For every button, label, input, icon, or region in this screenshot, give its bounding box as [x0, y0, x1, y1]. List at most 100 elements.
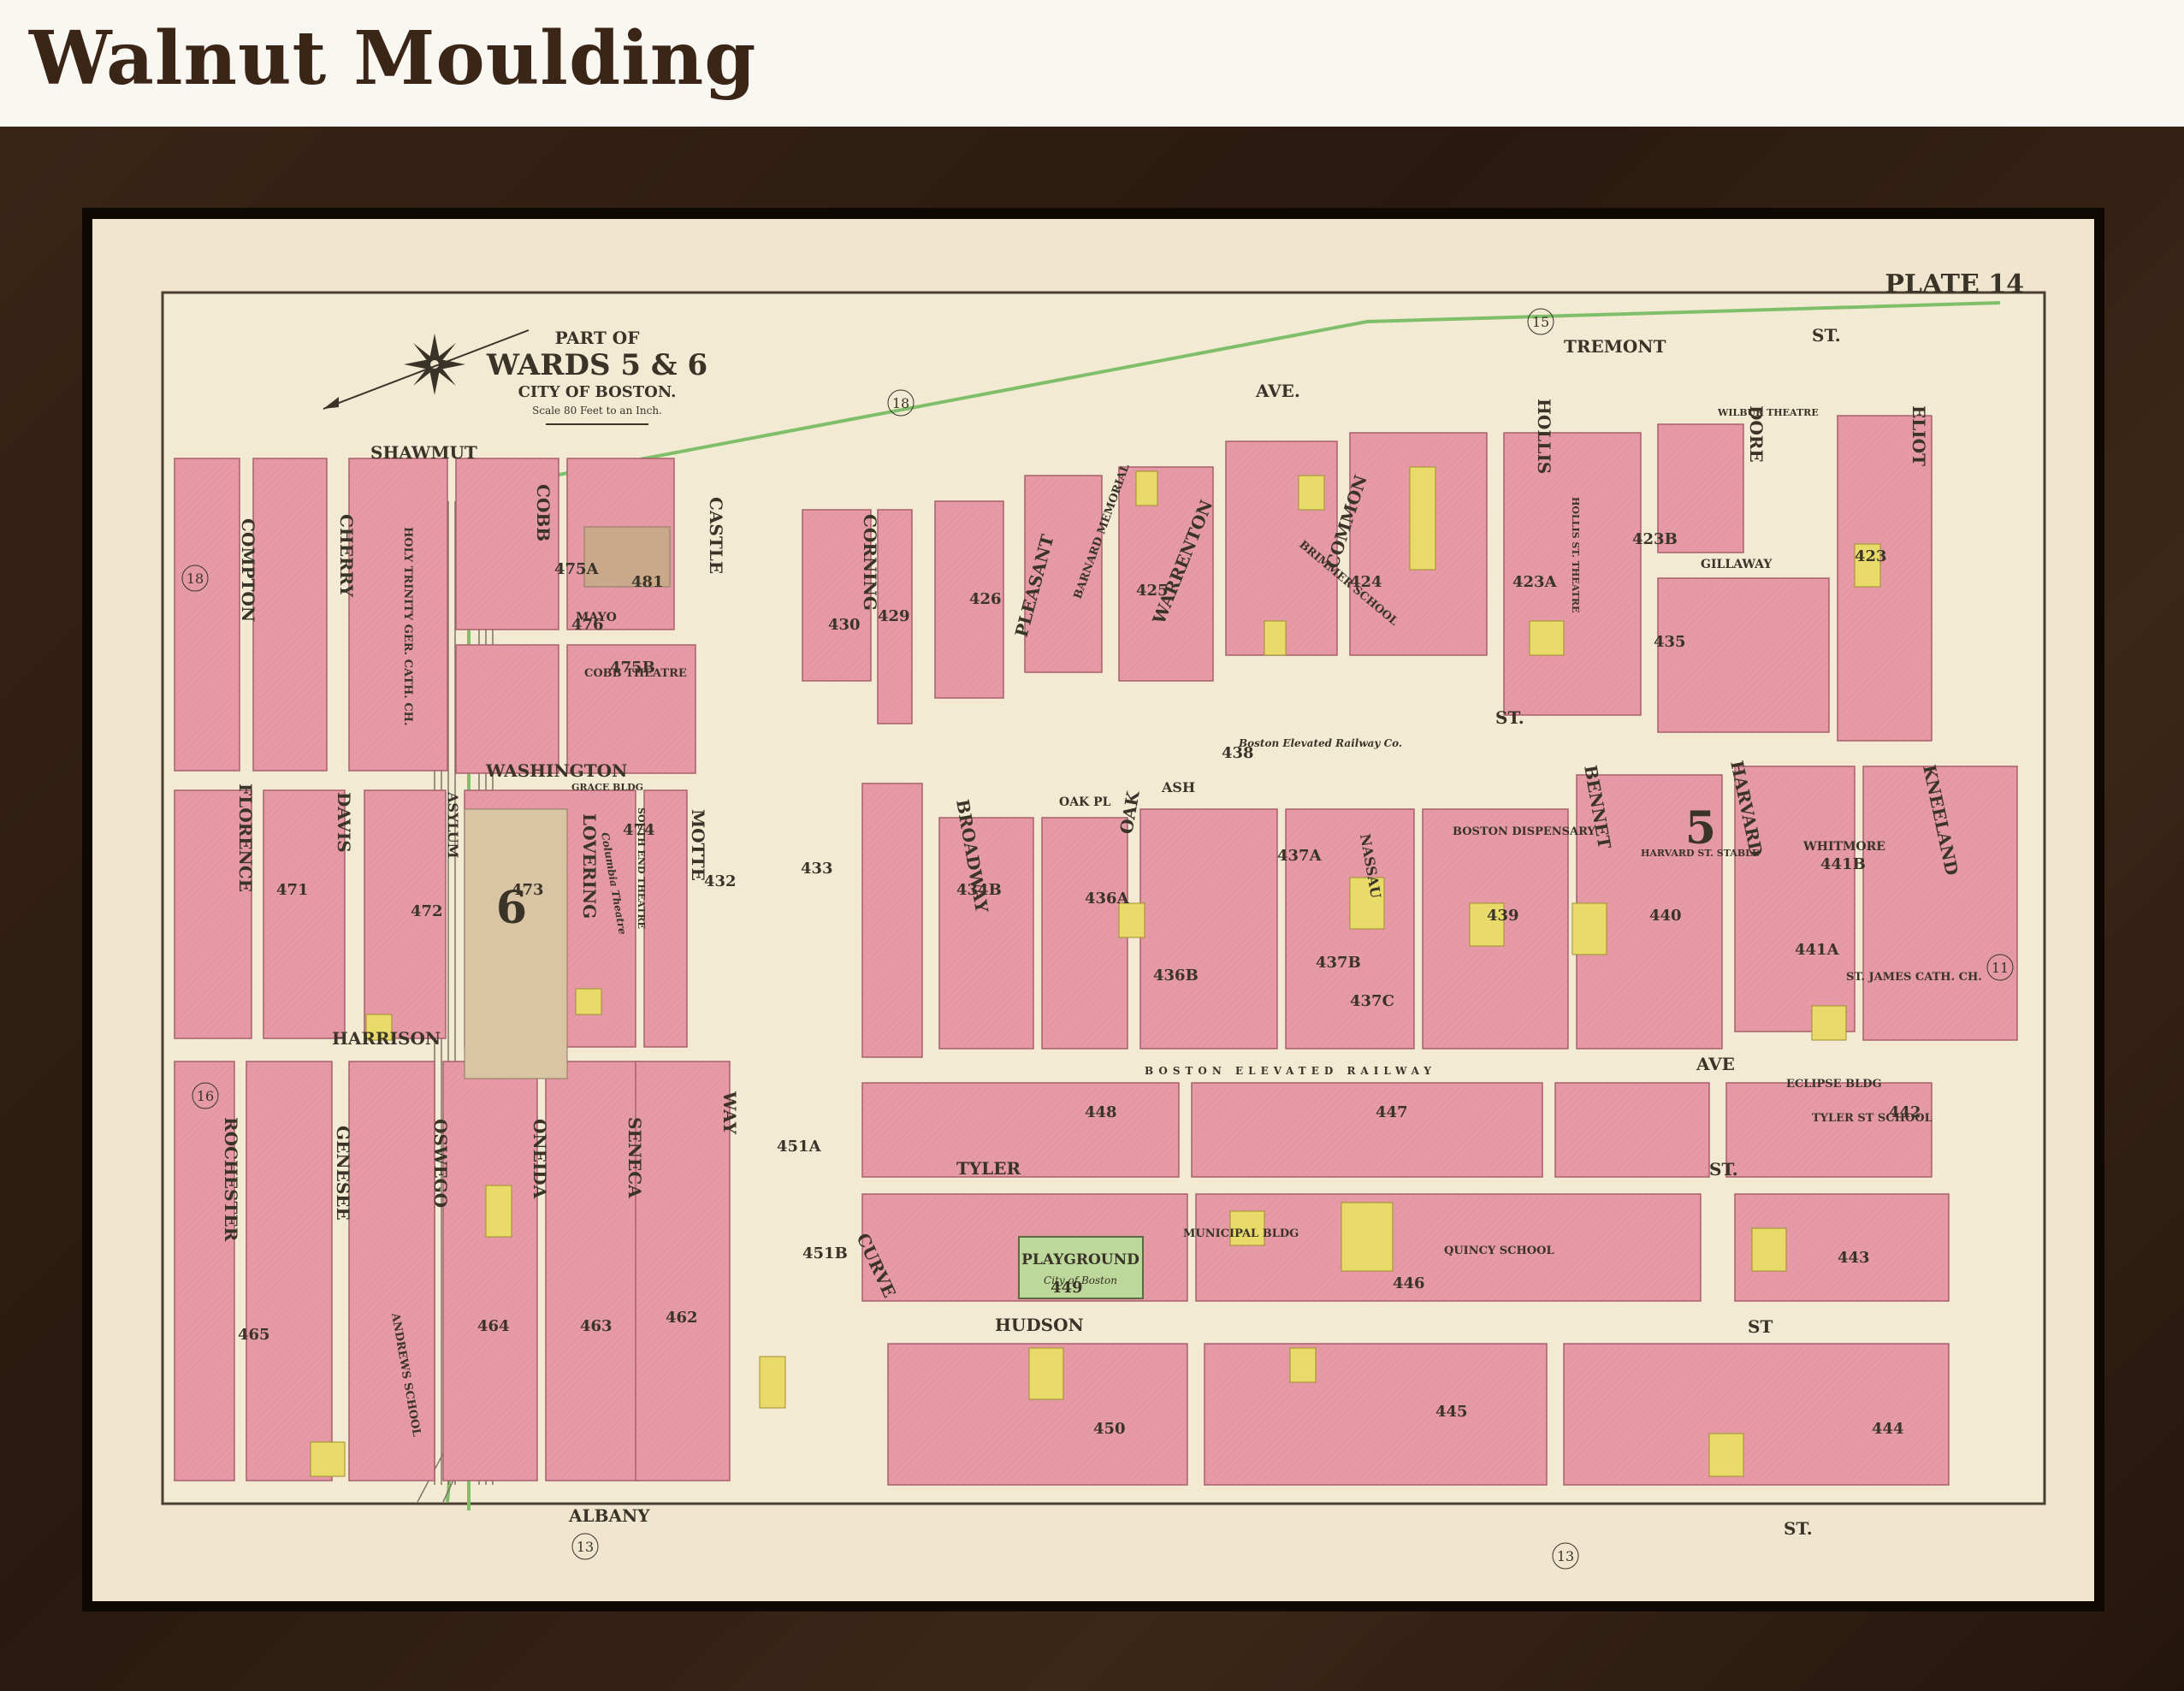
ward5-number: 5	[1685, 802, 1716, 854]
title-line3: CITY OF BOSTON.	[518, 383, 677, 401]
wood-building	[1751, 1227, 1787, 1272]
title-line1: PART OF	[555, 328, 640, 348]
block-number: 439	[1487, 907, 1519, 925]
street-harrison-ave: AVE	[1696, 1054, 1735, 1074]
landmark-quincy: QUINCY SCHOOL	[1444, 1245, 1554, 1257]
street-hudson: HUDSON	[995, 1315, 1084, 1335]
street-genesee: GENESEE	[333, 1126, 353, 1221]
street-washington-st: ST.	[1495, 707, 1524, 728]
street-compton: COMPTON	[238, 518, 258, 622]
block-number: 441A	[1795, 941, 1840, 959]
block-lot-lines	[1564, 1344, 1949, 1485]
block-lot-lines	[939, 818, 1033, 1049]
street-gillaway: GILLAWAY	[1701, 558, 1773, 571]
block-number: 443	[1838, 1249, 1870, 1267]
street-oswego: OSWEGO	[430, 1119, 451, 1208]
block-number: 475A	[554, 560, 600, 578]
block-number: 433	[801, 860, 833, 878]
street-way: WAY	[719, 1091, 740, 1135]
block-number: 446	[1393, 1274, 1425, 1292]
street-ave-top: AVE.	[1255, 381, 1300, 401]
block-number: 444	[1872, 1420, 1904, 1438]
block-number: 423B	[1632, 530, 1678, 548]
block-number: 423A	[1512, 573, 1558, 591]
wood-building	[1135, 470, 1158, 506]
block-lot-lines	[1042, 818, 1128, 1049]
street-florence: FLORENCE	[235, 783, 256, 892]
wood-building	[1298, 475, 1325, 511]
ward6-open-lot	[464, 808, 568, 1079]
block-number: 463	[580, 1317, 613, 1335]
wood-building	[1571, 902, 1607, 955]
block-number: 476	[571, 616, 604, 634]
street-rochester: ROCHESTER	[221, 1117, 241, 1242]
street-railway: BOSTON ELEVATED RAILWAY	[1145, 1065, 1436, 1077]
landmark-holy-trinity: HOLY TRINITY GER. CATH. CH.	[401, 527, 414, 725]
plate-ref-bottom-mid: 13	[1557, 1548, 1574, 1564]
block-number: 423	[1855, 547, 1887, 565]
block-number: 437C	[1350, 992, 1394, 1010]
block-number: 424	[1350, 573, 1382, 591]
street-tyler-st: ST.	[1709, 1159, 1738, 1180]
street-washington: WASHINGTON	[485, 760, 627, 781]
block-lot-lines	[1192, 1083, 1542, 1177]
landmark-eclipse: ECLIPSE BLDG	[1786, 1078, 1882, 1091]
block-number: 481	[631, 573, 664, 591]
block-number: 436A	[1085, 890, 1130, 908]
landmark-boston-elevated: Boston Elevated Railway Co.	[1238, 737, 1402, 749]
block-number: 438	[1222, 744, 1254, 762]
street-seneca: SENECA	[624, 1117, 645, 1198]
wood-building	[1341, 1202, 1394, 1272]
block-number: 474	[623, 821, 655, 839]
block-number: 475B	[610, 659, 655, 677]
block-number: 426	[969, 590, 1002, 608]
block-number: 465	[238, 1326, 270, 1344]
plate-ref-bottom-left: 13	[577, 1539, 594, 1555]
street-tremont: TREMONT	[1564, 336, 1666, 357]
block-number: 451B	[802, 1245, 848, 1262]
title-line2: WARDS 5 & 6	[486, 348, 707, 382]
wood-building	[1118, 902, 1145, 938]
block-lot-lines	[1658, 578, 1829, 732]
block-number: 448	[1085, 1103, 1117, 1121]
block-number: 434B	[956, 881, 1002, 899]
block-number: 429	[878, 607, 910, 625]
page-header: Walnut Moulding	[0, 0, 2184, 127]
boston-map: PLAYGROUND City of Boston PART OF WARDS …	[161, 269, 2046, 1570]
wood-building	[310, 1441, 346, 1477]
plate-ref-top-left: 18	[892, 395, 909, 411]
moulding-title: Walnut Moulding	[29, 15, 757, 102]
street-oneida: ONEIDA	[530, 1119, 550, 1199]
street-albany: ALBANY	[568, 1505, 650, 1526]
block-number: 441B	[1820, 855, 1866, 873]
landmark-st-james: ST. JAMES CATH. CH.	[1846, 971, 1982, 984]
block-number: 430	[828, 616, 861, 634]
block-lot-lines	[175, 458, 240, 771]
block-lot-lines	[443, 1061, 537, 1481]
street-whitmore: WHITMORE	[1802, 840, 1885, 854]
wood-building	[1811, 1005, 1847, 1041]
street-cherry: CHERRY	[336, 514, 357, 598]
plate-ref-right: 11	[1992, 960, 2009, 976]
wood-building	[759, 1356, 786, 1409]
block-number: 449	[1051, 1279, 1083, 1297]
street-davis: DAVIS	[334, 792, 354, 853]
street-corning: CORNING	[860, 514, 880, 611]
street-harrison: HARRISON	[332, 1028, 441, 1049]
wood-building	[1708, 1433, 1744, 1477]
block-number: 473	[512, 881, 544, 899]
street-cobb: COBB	[533, 484, 553, 541]
block-number: 436B	[1153, 967, 1199, 984]
block-number: 432	[704, 872, 737, 890]
plate-number: PLATE 14	[1885, 269, 2024, 299]
street-hudson-st: ST	[1748, 1316, 1773, 1337]
block-lot-lines	[1204, 1344, 1547, 1485]
street-oak-pl: OAK PL	[1059, 795, 1111, 809]
block-lot-lines	[1726, 1083, 1932, 1177]
block-number: 464	[477, 1317, 510, 1335]
street-st-top: ST.	[1812, 325, 1841, 346]
wood-building	[1289, 1347, 1317, 1383]
street-shawmut: SHAWMUT	[370, 442, 477, 463]
playground-label: PLAYGROUND	[1021, 1251, 1139, 1268]
landmark-hollis-theatre: HOLLIS ST. THEATRE	[1570, 497, 1581, 612]
